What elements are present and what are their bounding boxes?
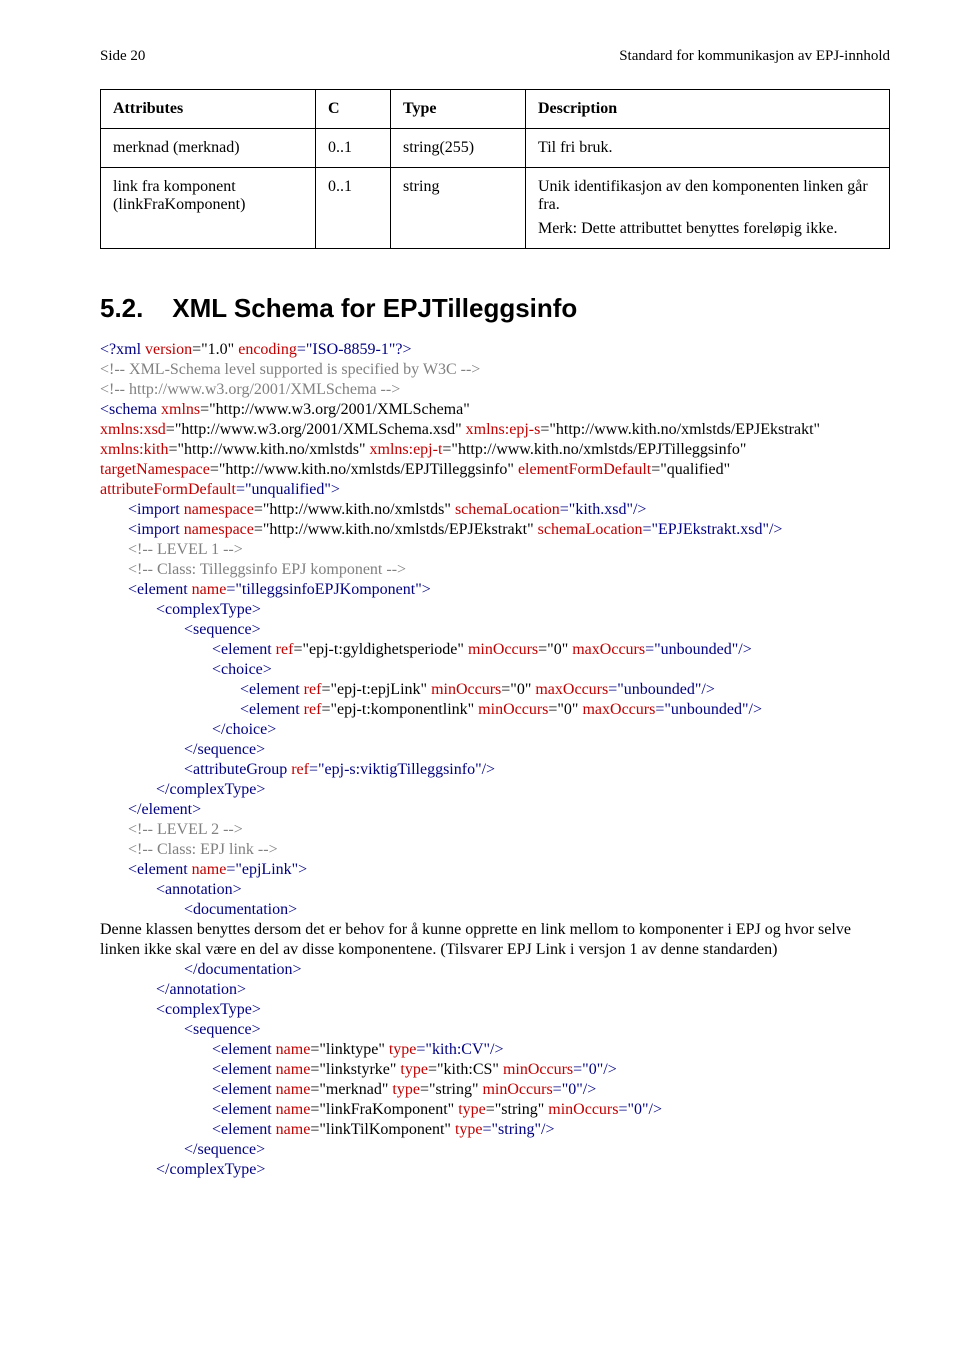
- page-header: Side 20 Standard for kommunikasjon av EP…: [100, 48, 890, 65]
- table-row: link fra komponent (linkFraKomponent) 0.…: [101, 168, 890, 249]
- xml-decl-open: <?: [100, 341, 116, 358]
- cell-desc-line2: Merk: Dette attributtet benyttes foreløp…: [538, 220, 877, 238]
- xml-comment: <!-- LEVEL 1 -->: [100, 540, 890, 560]
- cell-c: 0..1: [316, 129, 391, 168]
- attributes-table: Attributes C Type Description merknad (m…: [100, 89, 890, 249]
- sequence-open: <sequence>: [100, 620, 890, 640]
- choice-open: <choice>: [100, 660, 890, 680]
- cell-attr: link fra komponent (linkFraKomponent): [101, 168, 316, 249]
- attributegroup-tag: <attributeGroup: [184, 761, 287, 778]
- import-tag: <import: [128, 521, 180, 538]
- cell-desc: Unik identifikasjon av den komponenten l…: [526, 168, 890, 249]
- th-description: Description: [526, 90, 890, 129]
- page: Side 20 Standard for kommunikasjon av EP…: [0, 0, 960, 1220]
- documentation-close: </documentation>: [100, 960, 890, 980]
- th-attributes: Attributes: [101, 90, 316, 129]
- import-tag: <import: [128, 501, 180, 518]
- schema-open: <schema: [100, 401, 157, 418]
- table-header-row: Attributes C Type Description: [101, 90, 890, 129]
- th-c: C: [316, 90, 391, 129]
- xml-schema-listing: <?xml version="1.0" encoding="ISO-8859-1…: [100, 340, 890, 1180]
- documentation-open: <documentation>: [100, 900, 890, 920]
- documentation-text: Denne klassen benyttes dersom det er beh…: [100, 920, 890, 960]
- choice-close: </choice>: [100, 720, 890, 740]
- xml-comment: <!-- Class: Tilleggsinfo EPJ komponent -…: [100, 560, 890, 580]
- xml-comment: <!-- LEVEL 2 -->: [100, 820, 890, 840]
- element-tag: <element: [128, 581, 188, 598]
- cell-type: string(255): [391, 129, 526, 168]
- table-row: merknad (merknad) 0..1 string(255) Til f…: [101, 129, 890, 168]
- sequence-close: </sequence>: [100, 740, 890, 760]
- section-heading: 5.2. XML Schema for EPJTilleggsinfo: [100, 293, 890, 324]
- cell-c: 0..1: [316, 168, 391, 249]
- cell-desc: Til fri bruk.: [526, 129, 890, 168]
- element-tag: <element: [128, 861, 188, 878]
- th-type: Type: [391, 90, 526, 129]
- xml-comment: <!-- http://www.w3.org/2001/XMLSchema --…: [100, 380, 890, 400]
- annotation-close: </annotation>: [100, 980, 890, 1000]
- section-title: XML Schema for EPJTilleggsinfo: [172, 293, 577, 323]
- complextype-close: </complexType>: [100, 780, 890, 800]
- page-number: Side 20: [100, 48, 145, 65]
- xml-comment: <!-- XML-Schema level supported is speci…: [100, 360, 890, 380]
- cell-attr: merknad (merknad): [101, 129, 316, 168]
- cell-type: string: [391, 168, 526, 249]
- section-number: 5.2.: [100, 293, 143, 323]
- complextype-open: <complexType>: [100, 600, 890, 620]
- doc-title: Standard for kommunikasjon av EPJ-innhol…: [619, 48, 890, 65]
- annotation-open: <annotation>: [100, 880, 890, 900]
- element-close: </element>: [100, 800, 890, 820]
- xml-comment: <!-- Class: EPJ link -->: [100, 840, 890, 860]
- cell-desc-line1: Unik identifikasjon av den komponenten l…: [538, 178, 877, 214]
